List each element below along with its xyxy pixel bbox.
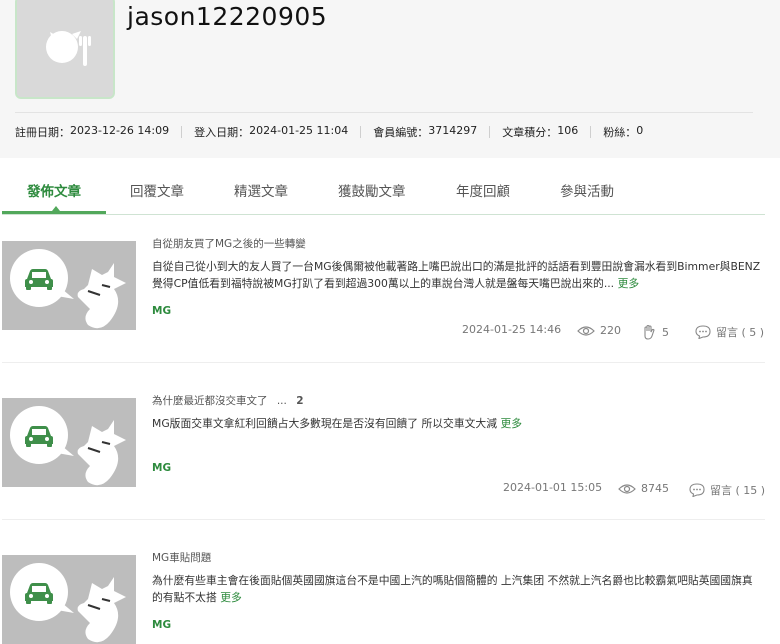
divider: [181, 126, 183, 138]
active-tab-caret: [52, 206, 60, 211]
car-bubble-thumbnail-icon: [2, 398, 136, 487]
post-tag[interactable]: MG: [152, 619, 171, 631]
stat-points: 文章積分： 106: [502, 124, 578, 140]
post-item: 為什麼最近都沒交車文了 ... 2 MG版面交車文拿紅利回饋占大多數現在是否沒有…: [0, 395, 765, 538]
username: jason12220905: [127, 2, 328, 31]
eye-icon: [618, 483, 636, 494]
comment-count-value: ( 5 ): [741, 325, 765, 339]
divider: [15, 112, 753, 113]
post-title[interactable]: 為什麼最近都沒交車文了 ... 2: [152, 393, 304, 408]
post-thumbnail[interactable]: [2, 398, 136, 487]
member-stats: 註冊日期： 2023-12-26 14:09 登入日期： 2024-01-25 11…: [15, 124, 643, 140]
stat-value: 0: [636, 124, 644, 137]
view-count-value: 220: [600, 324, 621, 337]
divider: [360, 126, 362, 138]
post-divider: [2, 362, 765, 363]
post-item: MG車貼問題 為什麼有些車主會在後面貼個英國國旗這台不是中國上汽的嗎貼個簡體的 …: [0, 552, 765, 644]
stat-label: 文章積分：: [502, 126, 558, 139]
car-bubble-thumbnail-icon: [2, 241, 136, 330]
comment-count[interactable]: 留言 ( 15 ): [689, 482, 765, 498]
more-link[interactable]: 更多: [618, 277, 640, 290]
stat-value: 3714297: [428, 124, 478, 137]
post-excerpt-text: MG版面交車文拿紅利回饋占大多數現在是否沒有回饋了 所以交車文大減: [152, 417, 498, 430]
stat-register-date: 註冊日期： 2023-12-26 14:09: [15, 124, 169, 140]
post-item: 自從朋友買了MG之後的一些轉變 自從自己從小到大的友人買了一台MG後偶爾被他載著…: [0, 238, 765, 381]
more-link[interactable]: 更多: [500, 417, 522, 430]
post-divider: [2, 519, 765, 520]
active-tab-indicator: [2, 211, 106, 214]
post-title-text[interactable]: MG車貼問題: [152, 552, 211, 564]
tab-encouraged[interactable]: 獲鼓勵文章: [338, 180, 406, 200]
post-tag[interactable]: MG: [152, 305, 171, 317]
post-title-text[interactable]: 自從朋友買了MG之後的一些轉變: [152, 238, 306, 250]
tab-posts[interactable]: 發佈文章: [27, 180, 81, 200]
car-bubble-thumbnail-icon: [2, 555, 136, 644]
post-excerpt-text: 為什麼有些車主會在後面貼個英國國旗這台不是中國上汽的嗎貼個簡體的 上汽集团 不然…: [152, 574, 753, 604]
comment-count[interactable]: 留言 ( 5 ): [695, 324, 764, 340]
stat-label: 註冊日期：: [15, 126, 70, 139]
stat-value: 2023-12-26 14:09: [70, 124, 170, 137]
post-date: 2024-01-25 14:46: [462, 323, 562, 336]
view-count-value: 8745: [641, 482, 669, 495]
divider: [489, 126, 491, 138]
comment-count-value: ( 15 ): [735, 483, 766, 497]
comment-label: 留言: [710, 484, 732, 497]
comment-bubble-icon: [695, 325, 711, 339]
comment-label: 留言: [716, 326, 738, 339]
avatar[interactable]: [15, 0, 115, 99]
eye-icon: [577, 325, 595, 336]
post-tag[interactable]: MG: [152, 462, 171, 474]
stat-label: 登入日期：: [194, 126, 250, 139]
post-title-text[interactable]: 為什麼最近都沒交車文了: [152, 395, 268, 407]
tab-activities[interactable]: 參與活動: [560, 180, 614, 200]
profile-header: jason12220905 註冊日期： 2023-12-26 14:09 登入日期…: [0, 0, 780, 158]
like-count-value: 5: [662, 325, 669, 339]
post-excerpt-text: 自從自己從小到大的友人買了一台MG後偶爾被他載著路上嘴巴說出口的滿是批評的話語看…: [152, 260, 761, 290]
post-thumbnail[interactable]: [2, 241, 136, 330]
divider: [590, 126, 592, 138]
view-count: 220: [577, 324, 621, 337]
tab-featured[interactable]: 精選文章: [234, 180, 288, 200]
comment-bubble-icon: [689, 483, 705, 497]
clap-hand-icon: [644, 324, 655, 340]
post-title[interactable]: MG車貼問題: [152, 550, 211, 565]
stat-login-date: 登入日期： 2024-01-25 11:04: [194, 124, 348, 140]
title-ellipsis: ...: [276, 395, 287, 407]
stat-followers[interactable]: 粉絲： 0: [603, 124, 643, 140]
post-excerpt: MG版面交車文拿紅利回饋占大多數現在是否沒有回饋了 所以交車文大減 更多: [152, 415, 762, 432]
tab-replies[interactable]: 回覆文章: [130, 180, 184, 200]
tab-yearly-review[interactable]: 年度回顧: [456, 180, 510, 200]
like-count[interactable]: 5: [641, 324, 669, 340]
post-thumbnail[interactable]: [2, 555, 136, 644]
stat-member-id: 會員編號： 3714297: [373, 124, 477, 140]
post-excerpt: 為什麼有些車主會在後面貼個英國國旗這台不是中國上汽的嗎貼個簡體的 上汽集团 不然…: [152, 572, 762, 606]
stat-label: 粉絲：: [603, 126, 637, 139]
stat-value: 106: [557, 124, 579, 137]
stat-value: 2024-01-25 11:04: [249, 124, 349, 137]
post-excerpt: 自從自己從小到大的友人買了一台MG後偶爾被他載著路上嘴巴說出口的滿是批評的話語看…: [152, 258, 762, 292]
default-avatar-icon: [46, 31, 91, 66]
more-link[interactable]: 更多: [220, 591, 242, 604]
stat-label: 會員編號：: [373, 126, 429, 139]
post-date: 2024-01-01 15:05: [503, 481, 603, 494]
page-link[interactable]: 2: [296, 395, 303, 407]
post-title[interactable]: 自從朋友買了MG之後的一些轉變: [152, 236, 306, 251]
profile-tabs: 發佈文章 回覆文章 精選文章 獲鼓勵文章 年度回顧 參與活動: [2, 168, 765, 215]
view-count: 8745: [618, 482, 669, 495]
